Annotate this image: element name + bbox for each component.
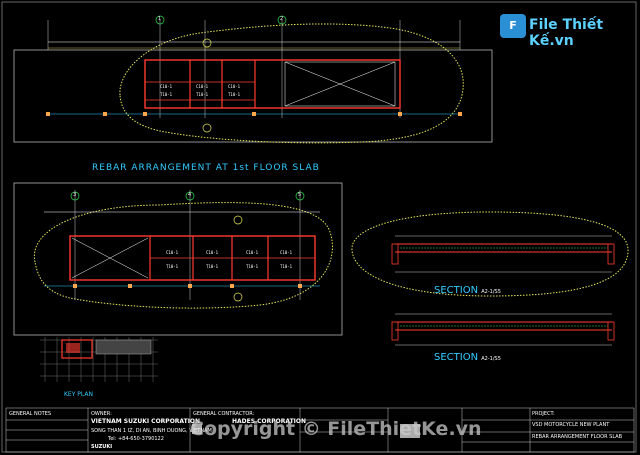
top-floor-plan: C10-1 C10-1 C10-1 T10-1 T10-1 T10-1 [13, 15, 493, 144]
general-notes-label: GENERAL NOTES [9, 411, 52, 417]
svg-text:T10-1: T10-1 [166, 264, 179, 269]
svg-text:T10-1: T10-1 [160, 92, 173, 97]
svg-text:T10-1: T10-1 [246, 264, 259, 269]
cad-drawing-canvas: C10-1 C10-1 C10-1 T10-1 T10-1 T10-1 C10-… [1, 1, 637, 453]
grid-bubble-4: 4 [188, 192, 192, 198]
grid-bubble-1: 1 [158, 16, 162, 22]
watermark-brand-text: File Thiết Kế.vn [529, 17, 604, 49]
drawing-title-top: REBAR ARRANGEMENT AT 1st FLOOR SLAB [92, 163, 320, 173]
section-2-title: SECTION [434, 352, 479, 363]
svg-text:C10-1: C10-1 [280, 250, 293, 255]
middle-floor-plan: C10-1 C10-1 C10-1 C10-1 T10-1 T10-1 T10-1 T10-… [13, 182, 343, 336]
svg-text:C10-1: C10-1 [166, 250, 179, 255]
owner-tel: Tel: +84-650-3790122 [108, 436, 164, 442]
section-2-ref: A2-1/S5 [481, 356, 501, 362]
owner-logo: SUZUKI [91, 444, 113, 450]
contractor-label: GENERAL CONTRACTOR: [193, 411, 255, 417]
watermark-logo-icon: F [500, 14, 526, 38]
project-name: VSD MOTORCYCLE NEW PLANT [532, 422, 610, 428]
svg-text:T10-1: T10-1 [206, 264, 219, 269]
svg-text:C10-1: C10-1 [206, 250, 219, 255]
key-plan-grid [40, 337, 158, 382]
svg-text:T10-1: T10-1 [280, 264, 293, 269]
section-1-ref: A2-1/S5 [481, 289, 501, 295]
owner-name: VIETNAM SUZUKI CORPORATION [91, 418, 201, 425]
section-1-title: SECTION [434, 285, 479, 296]
svg-text:C10-1: C10-1 [196, 84, 209, 89]
sheet-frame [1, 1, 637, 453]
svg-text:C10-1: C10-1 [228, 84, 241, 89]
copyright-watermark: Copyright © FileThietKe.vn [190, 418, 482, 440]
section-1-label: SECTION A2-1/S5 [434, 285, 501, 296]
svg-text:T10-1: T10-1 [196, 92, 209, 97]
sections [351, 211, 629, 346]
revision-cloud-middle [33, 202, 333, 309]
project-label: PROJECT: [532, 411, 555, 417]
drawing-name: REBAR ARRANGEMENT FLOOR SLAB [532, 434, 623, 440]
grid-bubble-5: 5 [298, 192, 302, 198]
grid-bubble-2: 2 [280, 16, 284, 22]
svg-text:C10-1: C10-1 [160, 84, 173, 89]
svg-text:C10-1: C10-1 [246, 250, 259, 255]
svg-text:T10-1: T10-1 [228, 92, 241, 97]
key-plan-label: KEY PLAN [64, 391, 93, 398]
watermark-logo: F File Thiết Kế.vn [500, 12, 628, 49]
section-2-label: SECTION A2-1/S5 [434, 352, 501, 363]
owner-label: OWNER: [91, 411, 112, 417]
grid-bubble-3: 3 [73, 192, 77, 198]
